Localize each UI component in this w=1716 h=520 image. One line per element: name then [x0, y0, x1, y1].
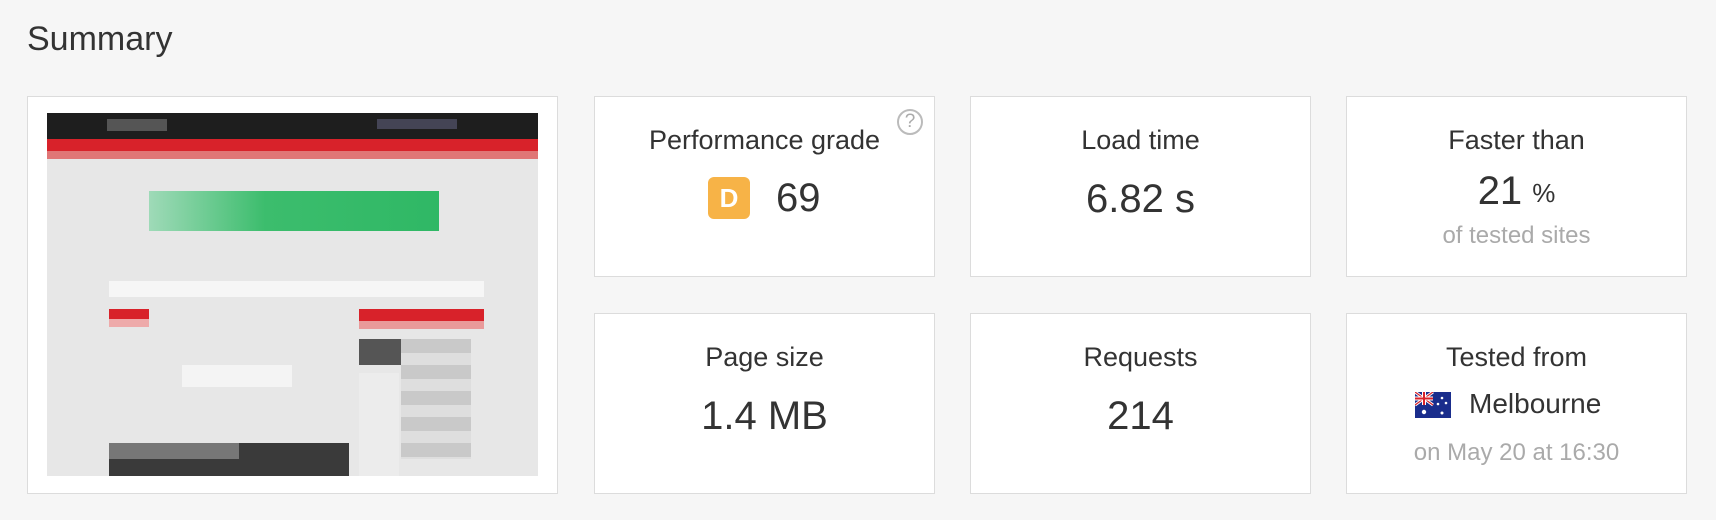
- requests-value: 214: [1107, 394, 1174, 438]
- help-icon[interactable]: ?: [897, 109, 923, 135]
- thumb-logo-blur: [107, 119, 167, 131]
- tested-date: on May 20 at 16:30: [1413, 439, 1620, 466]
- performance-score: 69: [776, 176, 821, 220]
- requests-card: Requests 214: [970, 313, 1311, 494]
- percent-unit: %: [1532, 178, 1556, 208]
- grade-row: D 69: [595, 176, 934, 221]
- faster-than-sub: of tested sites: [1442, 222, 1591, 249]
- thumb-side-items: [401, 339, 471, 459]
- thumb-red-tab-right: [359, 309, 484, 321]
- location-row: Melbourne: [1347, 388, 1686, 424]
- site-screenshot-thumbnail[interactable]: [47, 113, 538, 476]
- thumb-green-banner: [149, 191, 439, 231]
- faster-than-value-row: 21%: [1347, 169, 1686, 214]
- thumb-pink-tab-right: [359, 321, 484, 329]
- performance-grade-label: Performance grade: [648, 125, 881, 155]
- load-time-value: 6.82 s: [1086, 177, 1195, 221]
- summary-title: Summary: [27, 20, 173, 58]
- thumb-pinkbar: [47, 151, 538, 159]
- thumb-redbar: [47, 139, 538, 151]
- thumb-text-row: [109, 281, 484, 297]
- tested-from-label: Tested from: [1445, 342, 1588, 372]
- screenshot-card[interactable]: [27, 96, 558, 494]
- tested-from-card: Tested from Melbourne on May 20 at 16:30: [1346, 313, 1687, 494]
- thumb-side-avatar: [359, 339, 401, 365]
- requests-label: Requests: [1083, 342, 1198, 372]
- thumb-nav-blur: [377, 119, 457, 129]
- thumb-side-column: [359, 373, 399, 476]
- thumb-red-tab-left: [109, 309, 149, 319]
- thumb-content-blur: [182, 365, 292, 387]
- load-time-label: Load time: [1081, 125, 1200, 155]
- australia-flag-icon: [1415, 392, 1451, 418]
- grade-badge: D: [708, 177, 750, 219]
- performance-grade-card: Performance grade ? D 69: [594, 96, 935, 277]
- thumb-pink-tab-left: [109, 319, 149, 327]
- location-name: Melbourne: [1469, 388, 1602, 419]
- faster-than-card: Faster than 21% of tested sites: [1346, 96, 1687, 277]
- page-size-label: Page size: [705, 342, 824, 372]
- faster-than-value: 21: [1477, 169, 1523, 213]
- faster-than-label: Faster than: [1448, 125, 1585, 155]
- load-time-card: Load time 6.82 s: [970, 96, 1311, 277]
- thumb-footer-mid: [109, 443, 239, 459]
- page-size-card: Page size 1.4 MB: [594, 313, 935, 494]
- page-size-value: 1.4 MB: [701, 394, 828, 438]
